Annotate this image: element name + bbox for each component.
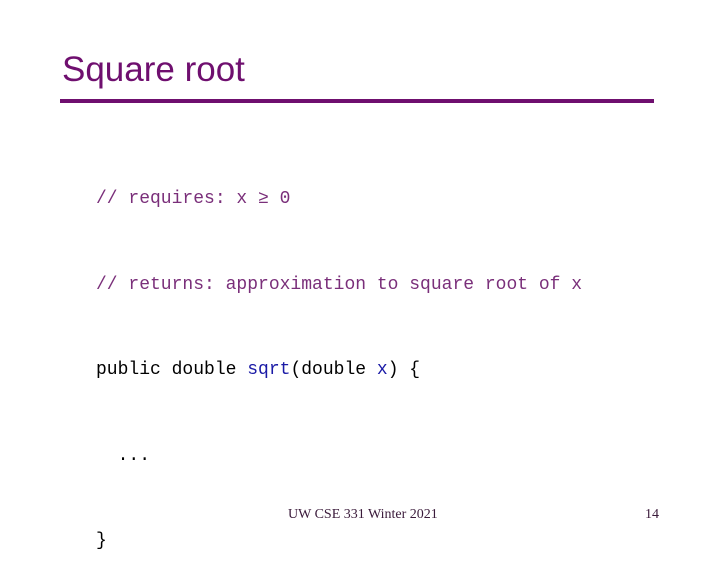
comment-requires: // requires: x ≥ 0 bbox=[96, 189, 291, 209]
title-underline bbox=[60, 99, 654, 103]
code-line-signature: public double sqrt(double x) { bbox=[96, 356, 582, 385]
comment-returns: // returns: approximation to square root… bbox=[96, 274, 583, 295]
closing-brace: } bbox=[96, 531, 107, 551]
code-line-returns: // returns: approximation to square root… bbox=[96, 271, 582, 300]
page-number: 14 bbox=[645, 507, 659, 522]
code-line-close: } bbox=[96, 527, 582, 556]
code-line-body: ... bbox=[96, 442, 582, 471]
signature-tail: ) { bbox=[387, 360, 421, 380]
body-ellipsis: ... bbox=[96, 445, 151, 466]
param-name: x bbox=[376, 360, 388, 380]
param-type: (double bbox=[290, 360, 377, 380]
method-name: sqrt bbox=[247, 360, 291, 380]
slide-title: Square root bbox=[62, 50, 245, 89]
method-modifiers: public double bbox=[96, 360, 248, 380]
footer-course: UW CSE 331 Winter 2021 bbox=[288, 507, 438, 522]
code-line-requires: // requires: x ≥ 0 bbox=[96, 185, 582, 214]
